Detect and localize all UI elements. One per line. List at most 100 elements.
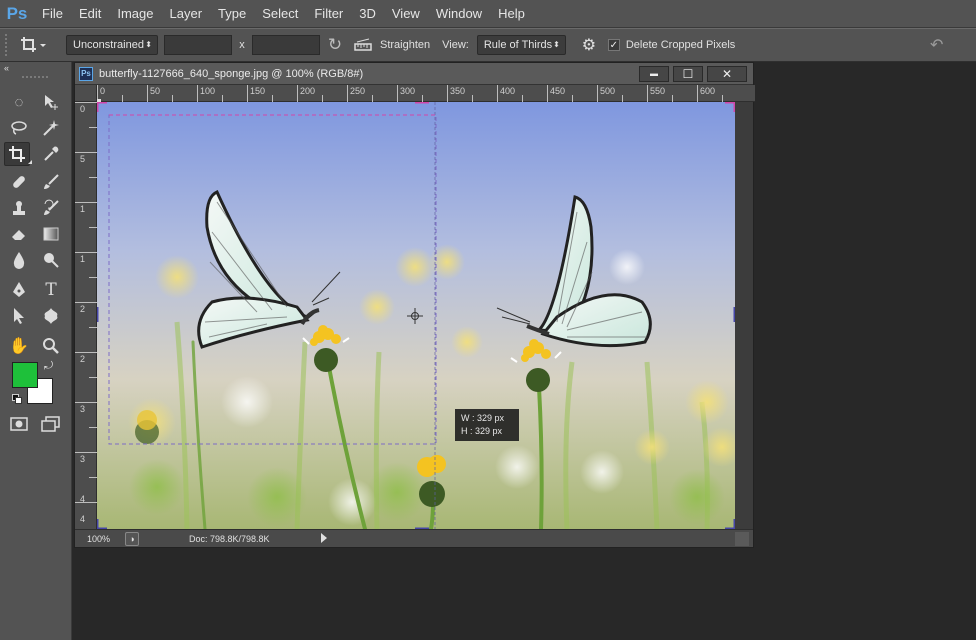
marquee-tool-icon[interactable]: ◌ (6, 90, 32, 114)
ruler-h-label: 500 (600, 86, 616, 96)
ps-document-icon: Ps (79, 66, 93, 81)
custom-shape-tool-icon[interactable] (38, 304, 64, 328)
by-label: x (239, 39, 245, 51)
document-window: Ps butterfly-1127666_640_sponge.jpg @ 10… (74, 62, 755, 548)
height-input[interactable] (252, 35, 320, 55)
screen-mode-icon[interactable] (38, 412, 64, 436)
type-tool-icon[interactable]: T (38, 278, 64, 302)
minimize-button[interactable]: ▬ (639, 65, 669, 82)
crop-width-readout: W : 329 px (461, 413, 505, 423)
tool-flyout-indicator (28, 160, 32, 164)
quick-mask-icon[interactable] (6, 412, 32, 436)
eyedropper-tool-icon[interactable] (38, 142, 64, 166)
ruler-h-label: 450 (550, 86, 566, 96)
menu-image[interactable]: Image (109, 0, 161, 28)
foreground-color-swatch[interactable] (12, 362, 38, 388)
chevron-updown-icon: ⬍ (145, 40, 152, 49)
swap-icon[interactable]: ↻ (320, 35, 350, 55)
ruler-h-label: 0 (100, 86, 106, 96)
doc-size: Doc: 798.8K/798.8K (189, 533, 270, 544)
menu-select[interactable]: Select (254, 0, 306, 28)
crop-size-tooltip: W : 329 px H : 329 px (455, 409, 519, 441)
blur-tool-icon[interactable] (6, 248, 32, 272)
menu-view[interactable]: View (384, 0, 428, 28)
clone-stamp-tool-icon[interactable] (6, 196, 32, 220)
ruler-origin[interactable] (75, 85, 97, 102)
crop-tool-preset-icon[interactable] (15, 33, 51, 57)
pen-tool-icon[interactable] (6, 278, 32, 302)
panel-grip[interactable] (22, 76, 48, 78)
ruler-h-label: 50 (150, 86, 161, 96)
crop-tool-icon[interactable] (4, 142, 30, 166)
ruler-h-label: 350 (450, 86, 466, 96)
ruler-v-label: 3 (80, 404, 86, 414)
vertical-ruler[interactable]: 0 5 1 1 2 2 3 3 4 4 (75, 102, 97, 529)
menu-help[interactable]: Help (490, 0, 533, 28)
gear-icon[interactable]: ⚙ (574, 35, 604, 55)
move-tool-icon[interactable] (38, 90, 64, 114)
tools-panel: « ◌ T ✋ ⤾ (0, 62, 72, 640)
image-canvas[interactable]: W : 329 px H : 329 px (97, 102, 735, 529)
ruler-v-label: 1 (80, 204, 86, 214)
menu-edit[interactable]: Edit (71, 0, 109, 28)
status-info-icon[interactable]: ◑ (125, 531, 139, 546)
ruler-h-label: 300 (400, 86, 416, 96)
close-button[interactable]: ✕ (707, 65, 747, 82)
collapse-icon[interactable]: « (4, 63, 9, 73)
maximize-button[interactable]: ☐ (673, 65, 703, 82)
ruler-h-label: 200 (300, 86, 316, 96)
magic-wand-tool-icon[interactable] (38, 116, 64, 140)
ruler-v-label: 0 (80, 104, 86, 114)
straighten-label[interactable]: Straighten (380, 39, 430, 51)
aspect-ratio-select[interactable]: Unconstrained ⬍ (66, 35, 158, 55)
menu-filter[interactable]: Filter (306, 0, 351, 28)
zoom-tool-icon[interactable] (38, 334, 64, 358)
ruler-v-label: 2 (80, 354, 86, 364)
options-grip[interactable] (5, 34, 15, 56)
lasso-tool-icon[interactable] (6, 116, 32, 140)
hand-tool-icon[interactable]: ✋ (6, 334, 32, 358)
vertical-ruler-ticks (75, 102, 97, 503)
menu-window[interactable]: Window (428, 0, 490, 28)
view-label: View: (442, 39, 469, 51)
history-brush-tool-icon[interactable] (38, 196, 64, 220)
brush-tool-icon[interactable] (38, 170, 64, 194)
undo-icon[interactable]: ↶ (930, 35, 943, 55)
overlay-view-value: Rule of Thirds (483, 39, 553, 51)
ruler-h-label: 600 (700, 86, 716, 96)
resize-grip-icon[interactable] (735, 532, 749, 546)
healing-brush-tool-icon[interactable] (6, 170, 32, 194)
width-input[interactable] (164, 35, 232, 55)
gradient-tool-icon[interactable] (38, 222, 64, 246)
eraser-tool-icon[interactable] (6, 222, 32, 246)
default-colors-icon[interactable] (12, 394, 22, 404)
ruler-v-label: 5 (80, 154, 86, 164)
aspect-ratio-value: Unconstrained (73, 39, 144, 51)
straighten-icon[interactable] (352, 36, 374, 54)
ruler-h-label: 550 (650, 86, 666, 96)
ruler-v-label: 4 (80, 494, 86, 504)
menu-3d[interactable]: 3D (351, 0, 384, 28)
chevron-updown-icon: ⬍ (553, 40, 560, 49)
ruler-h-label: 100 (200, 86, 216, 96)
path-selection-tool-icon[interactable] (6, 304, 32, 328)
butterfly-photo (97, 102, 735, 529)
canvas-pasteboard-right (735, 102, 753, 529)
ruler-v-label: 3 (80, 454, 86, 464)
status-menu-arrow-icon[interactable] (321, 533, 327, 543)
dodge-tool-icon[interactable] (38, 248, 64, 272)
swap-colors-icon[interactable]: ⤾ (44, 360, 53, 373)
horizontal-ruler[interactable]: 0 50 100 150 200 250 300 350 400 450 500… (97, 85, 755, 102)
menu-bar: Ps File Edit Image Layer Type Select Fil… (0, 0, 976, 28)
delete-cropped-checkbox[interactable]: ✓ (607, 39, 620, 51)
ruler-h-label: 400 (500, 86, 516, 96)
zoom-level[interactable]: 100% (75, 534, 119, 544)
menu-type[interactable]: Type (210, 0, 254, 28)
ruler-v-label: 4 (80, 514, 86, 524)
menu-layer[interactable]: Layer (162, 0, 211, 28)
overlay-view-select[interactable]: Rule of Thirds ⬍ (476, 35, 566, 55)
menu-file[interactable]: File (34, 0, 71, 28)
photoshop-logo: Ps (6, 3, 28, 23)
document-title-bar[interactable]: Ps butterfly-1127666_640_sponge.jpg @ 10… (75, 63, 753, 85)
delete-cropped-label[interactable]: Delete Cropped Pixels (626, 39, 735, 51)
